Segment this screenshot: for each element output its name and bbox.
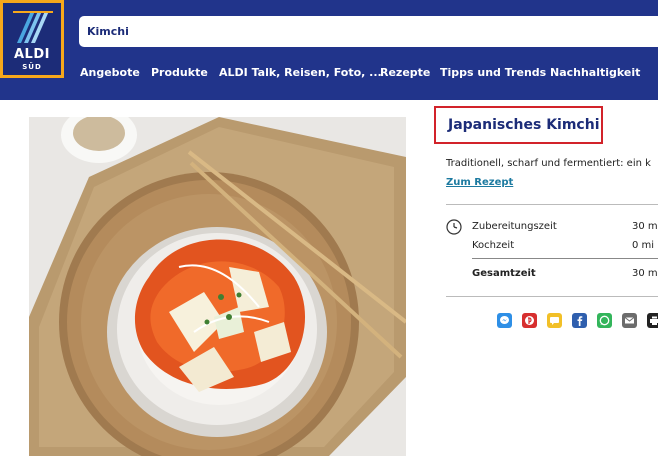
recipe-description: Traditionell, scharf und fermentiert: ei… (446, 158, 651, 169)
recipe-link[interactable]: Zum Rezept (446, 177, 513, 188)
prep-time-value: 30 m (632, 221, 658, 232)
pinterest-icon[interactable] (522, 313, 537, 328)
total-time-label: Gesamtzeit (472, 268, 536, 279)
main-nav: Angebote Produkte ALDI Talk, Reisen, Fot… (0, 66, 658, 84)
kimchi-image (29, 117, 406, 456)
nav-item-aldi-talk[interactable]: ALDI Talk, Reisen, Foto, ... (219, 66, 382, 79)
recipe-title: Japanisches Kimchi (448, 117, 600, 133)
page: ALDI SÜD Kimchi Angebote Produkte ALDI T… (0, 0, 658, 456)
nav-item-produkte[interactable]: Produkte (151, 66, 208, 79)
cook-time-label: Kochzeit (472, 240, 515, 251)
total-time-value: 30 m (632, 268, 658, 279)
divider (472, 258, 658, 259)
whatsapp-icon[interactable] (597, 313, 612, 328)
nav-item-angebote[interactable]: Angebote (80, 66, 140, 79)
divider (446, 296, 658, 297)
sms-icon[interactable] (547, 313, 562, 328)
messenger-icon[interactable] (497, 313, 512, 328)
recipe-title-highlight: Japanisches Kimchi (434, 106, 603, 144)
logo-background: ALDI SÜD (3, 3, 61, 75)
clock-icon (446, 219, 462, 235)
email-icon[interactable] (622, 313, 637, 328)
search-value: Kimchi (87, 25, 129, 38)
site-header: ALDI SÜD Kimchi Angebote Produkte ALDI T… (0, 0, 658, 100)
logo-wordmark: ALDI (14, 47, 50, 62)
nav-item-rezepte[interactable]: Rezepte (380, 66, 430, 79)
recipe-photo (29, 117, 406, 456)
prep-time-label: Zubereitungszeit (472, 221, 557, 232)
facebook-icon[interactable] (572, 313, 587, 328)
divider (446, 204, 658, 205)
nav-item-tipps[interactable]: Tipps und Trends (440, 66, 546, 79)
logo-stripes-icon (13, 11, 53, 43)
nav-item-nachhaltigkeit[interactable]: Nachhaltigkeit (550, 66, 640, 79)
cook-time-value: 0 mi (632, 240, 655, 251)
print-icon[interactable] (647, 313, 658, 328)
search-input[interactable]: Kimchi (79, 16, 658, 47)
